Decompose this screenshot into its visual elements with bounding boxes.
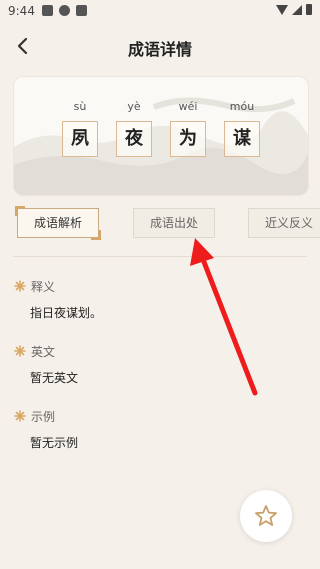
section-title: 英文: [31, 344, 56, 359]
flower-icon: [14, 345, 26, 357]
status-time: 9:44: [8, 4, 35, 18]
ink-mountain-background: [14, 97, 308, 195]
signal-icon: [292, 4, 302, 15]
idiom-char-1: sù 夙: [62, 99, 98, 157]
app-notification-icon: [76, 5, 87, 16]
tab-origin[interactable]: 成语出处: [133, 208, 215, 238]
alert-notification-icon: [59, 5, 70, 16]
idiom-char-2: yè 夜: [116, 99, 152, 157]
system-icons: [276, 4, 312, 15]
hanzi: 谋: [224, 121, 260, 157]
battery-icon: [306, 4, 312, 15]
section-body: 暂无示例: [30, 436, 79, 450]
favorite-button[interactable]: [240, 490, 292, 542]
page-title: 成语详情: [127, 40, 192, 59]
star-icon: [255, 505, 277, 526]
divider: [13, 256, 307, 257]
section-body: 指日夜谋划。: [30, 306, 103, 320]
tab-analysis[interactable]: 成语解析: [15, 206, 101, 240]
section-english: 英文 暂无英文: [14, 343, 294, 386]
section-meaning: 释义 指日夜谋划。: [14, 278, 294, 321]
flower-icon: [14, 410, 26, 422]
tab-synonyms-antonyms[interactable]: 近义反义: [248, 208, 320, 238]
header: 成语详情: [0, 28, 320, 64]
section-title: 示例: [31, 409, 56, 424]
idiom-char-3: wéi 为: [170, 99, 206, 157]
pinyin: yè: [127, 100, 141, 113]
tab-bar: 成语解析 成语出处 近义反义: [0, 206, 320, 240]
status-bar: 9:44: [0, 0, 320, 24]
pinyin: móu: [229, 100, 255, 113]
pinyin: sù: [73, 100, 87, 113]
flower-icon: [14, 280, 26, 292]
wifi-icon: [276, 4, 288, 15]
image-notification-icon: [42, 5, 53, 16]
pinyin: wéi: [178, 100, 198, 113]
section-title: 释义: [31, 279, 56, 294]
section-example: 示例 暂无示例: [14, 408, 294, 451]
hanzi: 夜: [116, 121, 152, 157]
idiom-char-4: móu 谋: [224, 99, 260, 157]
notification-icons: [42, 5, 87, 16]
idiom-card: sù 夙 yè 夜 wéi 为 móu 谋: [13, 76, 309, 196]
hanzi: 为: [170, 121, 206, 157]
section-body: 暂无英文: [30, 371, 79, 385]
hanzi: 夙: [62, 121, 98, 157]
